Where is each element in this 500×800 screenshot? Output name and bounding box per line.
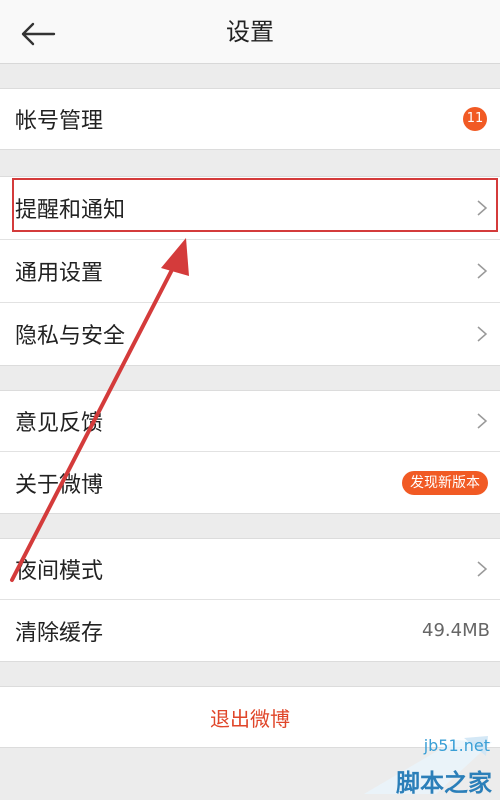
general-settings-label: 通用设置 bbox=[15, 261, 104, 286]
watermark-url: jb51.net bbox=[423, 736, 490, 755]
new-version-badge: 发现新版本 bbox=[402, 470, 488, 495]
page-title: 设置 bbox=[226, 18, 274, 46]
night-mode-label: 夜间模式 bbox=[15, 559, 104, 584]
feedback-row[interactable]: 意见反馈 bbox=[0, 391, 500, 451]
feedback-group: 意见反馈 关于微博 发现新版本 bbox=[0, 390, 500, 514]
settings-page: 设置 帐号管理 11 提醒和通知 通用设置 隐私与安全 意见反馈 关于微博 发现… bbox=[0, 0, 500, 800]
display-storage-group: 夜间模式 清除缓存 49.4MB bbox=[0, 538, 500, 662]
chevron-right-icon bbox=[477, 263, 488, 279]
chevron-right-icon bbox=[477, 561, 488, 577]
account-management-row[interactable]: 帐号管理 11 bbox=[0, 89, 500, 149]
notification-count-badge: 11 bbox=[463, 107, 487, 131]
feedback-label: 意见反馈 bbox=[15, 411, 104, 436]
clear-cache-row[interactable]: 清除缓存 49.4MB bbox=[0, 600, 500, 661]
highlight-box bbox=[12, 178, 498, 232]
cache-size-value: 49.4MB bbox=[422, 620, 490, 641]
about-weibo-label: 关于微博 bbox=[15, 472, 104, 498]
watermark-text: 脚本之家 bbox=[396, 769, 492, 797]
clear-cache-label: 清除缓存 bbox=[15, 620, 104, 646]
account-group: 帐号管理 11 bbox=[0, 88, 500, 150]
chevron-right-icon bbox=[477, 413, 488, 429]
night-mode-row[interactable]: 夜间模式 bbox=[0, 539, 500, 599]
privacy-security-label: 隐私与安全 bbox=[15, 324, 126, 349]
about-weibo-row[interactable]: 关于微博 发现新版本 bbox=[0, 452, 500, 513]
top-bar: 设置 bbox=[0, 0, 500, 64]
watermark: jb51.net 脚本之家 bbox=[356, 728, 496, 798]
chevron-right-icon bbox=[477, 326, 488, 342]
privacy-security-row[interactable]: 隐私与安全 bbox=[0, 303, 500, 365]
general-settings-row[interactable]: 通用设置 bbox=[0, 240, 500, 302]
account-management-label: 帐号管理 bbox=[15, 109, 104, 134]
